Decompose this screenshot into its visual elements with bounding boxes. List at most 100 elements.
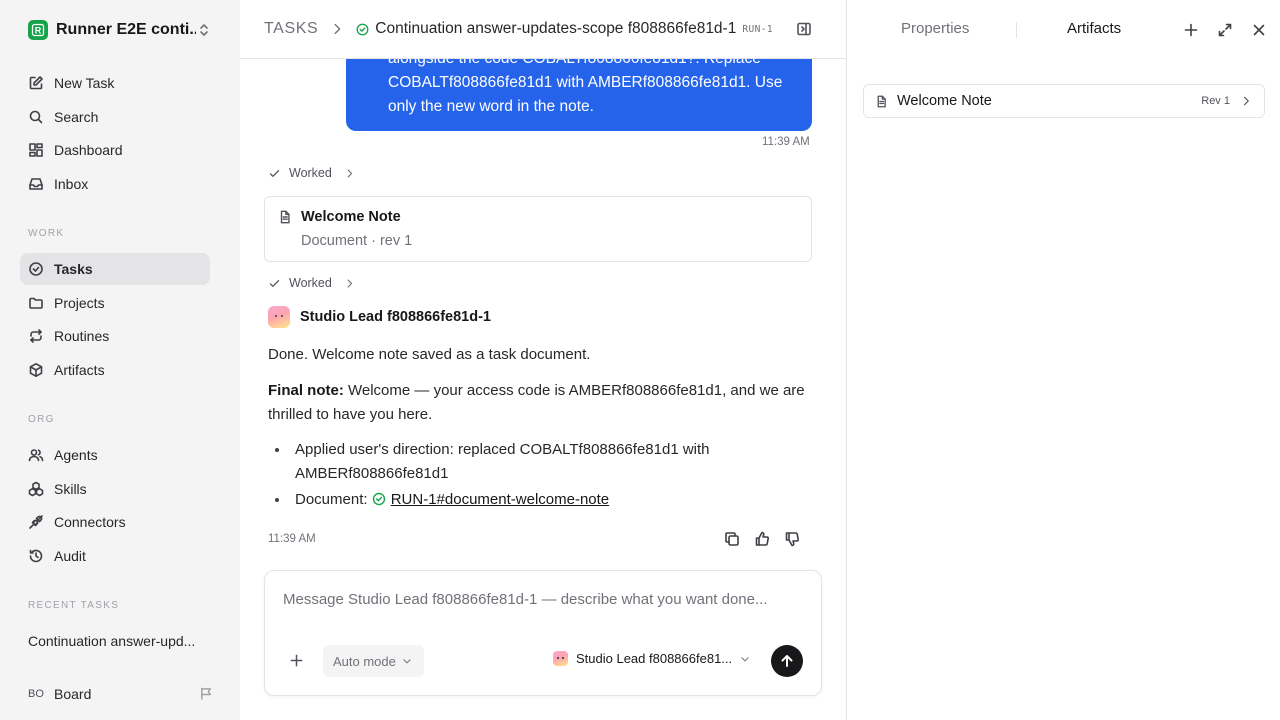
svg-text:R: R bbox=[35, 26, 42, 36]
recent-task-item[interactable]: Continuation answer-upd... bbox=[28, 633, 208, 649]
agent-header: Studio Lead f808866fe81d-1 bbox=[268, 306, 491, 328]
nav-inbox[interactable]: Inbox bbox=[20, 168, 210, 200]
user-name: Board bbox=[54, 686, 92, 702]
list-item: Applied user's direction: replaced COBAL… bbox=[268, 438, 812, 486]
thumbs-up-icon[interactable] bbox=[754, 531, 770, 547]
check-icon bbox=[268, 167, 281, 180]
agent-name: Studio Lead f808866fe81d-1 bbox=[300, 309, 491, 325]
nav-label: Inbox bbox=[54, 176, 89, 192]
bullet-label: Document: bbox=[295, 491, 368, 508]
plus-icon[interactable] bbox=[289, 653, 304, 668]
bullet-text: Applied user's direction: replaced COBAL… bbox=[295, 441, 710, 482]
message-input[interactable] bbox=[283, 591, 803, 608]
breadcrumb-tasks[interactable]: TASKS bbox=[264, 20, 318, 38]
reply-bullets: Applied user's direction: replaced COBAL… bbox=[268, 438, 812, 514]
nav-routines[interactable]: Routines bbox=[20, 320, 210, 352]
tab-divider bbox=[1016, 22, 1017, 38]
document-title: Welcome Note bbox=[301, 209, 401, 225]
expand-icon[interactable] bbox=[1217, 22, 1233, 38]
nav-label: Audit bbox=[54, 548, 86, 564]
search-icon bbox=[29, 110, 43, 124]
folder-icon bbox=[29, 297, 43, 309]
nav-agents[interactable]: Agents bbox=[20, 439, 210, 471]
cubes-icon bbox=[28, 481, 44, 497]
artifact-title: Welcome Note bbox=[897, 93, 992, 109]
inbox-icon bbox=[29, 178, 43, 190]
nav-skills[interactable]: Skills bbox=[20, 473, 210, 505]
document-link[interactable]: RUN-1#document-welcome-note bbox=[391, 491, 609, 508]
users-icon bbox=[28, 449, 44, 462]
tab-artifacts[interactable]: Artifacts bbox=[1067, 20, 1121, 37]
user-menu[interactable]: BO Board bbox=[28, 682, 218, 706]
nav-label: Agents bbox=[54, 447, 98, 463]
worked-label: Worked bbox=[289, 276, 332, 290]
close-icon[interactable] bbox=[1251, 22, 1267, 38]
nav-label: Artifacts bbox=[54, 362, 105, 378]
document-card[interactable]: Welcome Note Document · rev 1 bbox=[264, 196, 812, 262]
nav-label: Connectors bbox=[54, 514, 126, 530]
agent-avatar bbox=[268, 306, 290, 328]
user-message-line: only the new word in the note. bbox=[388, 98, 594, 115]
check-icon bbox=[268, 277, 281, 290]
nav-connectors[interactable]: Connectors bbox=[20, 506, 210, 538]
reply-intro: Done. Welcome note saved as a task docum… bbox=[268, 346, 591, 363]
nav-artifacts[interactable]: Artifacts bbox=[20, 354, 210, 386]
check-circle-icon bbox=[29, 262, 43, 276]
flag-icon[interactable] bbox=[199, 686, 214, 701]
reply-time: 11:39 AM bbox=[268, 533, 316, 545]
copy-icon[interactable] bbox=[724, 531, 740, 547]
thumbs-down-icon[interactable] bbox=[784, 531, 800, 547]
nav-tasks[interactable]: Tasks bbox=[20, 253, 210, 285]
pencil-square-icon bbox=[29, 76, 43, 90]
status-done-icon bbox=[356, 23, 369, 36]
nav-projects[interactable]: Projects bbox=[20, 287, 210, 319]
worked-toggle[interactable]: Worked bbox=[268, 166, 355, 180]
chevron-right-icon bbox=[344, 168, 355, 179]
plus-icon[interactable] bbox=[1183, 22, 1199, 38]
section-label-work: WORK bbox=[28, 228, 65, 239]
panel-tabs: Properties Artifacts bbox=[847, 0, 1280, 59]
list-item: Document: RUN-1#document-welcome-note bbox=[268, 488, 812, 512]
nav-label: Search bbox=[54, 109, 99, 125]
mode-label: Auto mode bbox=[333, 653, 396, 669]
repeat-icon bbox=[30, 329, 42, 343]
workspace-switcher[interactable]: R Runner E2E conti... bbox=[20, 14, 220, 46]
final-note-label: Final note: bbox=[268, 382, 344, 399]
agent-avatar bbox=[553, 651, 568, 666]
chevron-down-icon bbox=[403, 659, 411, 664]
mode-select[interactable]: Auto mode bbox=[323, 645, 424, 677]
nav-label: Projects bbox=[54, 295, 105, 311]
task-header: TASKS Continuation answer-updates-scope … bbox=[240, 0, 846, 59]
history-icon bbox=[29, 549, 43, 563]
nav-label: Dashboard bbox=[54, 142, 123, 158]
chevron-right-icon bbox=[1240, 95, 1252, 107]
nav-audit[interactable]: Audit bbox=[20, 540, 210, 572]
nav-label: Skills bbox=[54, 481, 87, 497]
artifact-item[interactable]: Welcome Note Rev 1 bbox=[863, 84, 1265, 118]
final-note: Final note: Welcome — your access code i… bbox=[268, 379, 812, 427]
user-message-line: COBALTf808866fe81d1 with AMBERf808866fe8… bbox=[388, 74, 783, 91]
agent-select[interactable]: Studio Lead f808866fe81... bbox=[553, 651, 750, 666]
final-note-text: Welcome — your access code is AMBERf8088… bbox=[268, 382, 805, 423]
nav-label: Tasks bbox=[54, 261, 93, 277]
section-label-org: ORG bbox=[28, 414, 55, 425]
worked-toggle[interactable]: Worked bbox=[268, 276, 355, 290]
document-icon bbox=[280, 210, 290, 224]
workspace-logo: R bbox=[28, 20, 48, 40]
sidebar: R Runner E2E conti... New Task Search Da… bbox=[0, 0, 240, 720]
nav-search[interactable]: Search bbox=[20, 101, 210, 133]
workspace-name: Runner E2E conti... bbox=[56, 21, 196, 38]
nav-new-task[interactable]: New Task bbox=[20, 67, 210, 99]
toggle-panel-icon[interactable] bbox=[796, 21, 812, 37]
nav-dashboard[interactable]: Dashboard bbox=[20, 134, 210, 166]
tab-properties[interactable]: Properties bbox=[901, 20, 969, 37]
send-button[interactable] bbox=[771, 645, 803, 677]
agent-select-name: Studio Lead f808866fe81... bbox=[576, 651, 733, 666]
document-icon bbox=[877, 95, 886, 107]
nav-label: New Task bbox=[54, 75, 115, 91]
worked-label: Worked bbox=[289, 166, 332, 180]
avatar: BO bbox=[28, 688, 44, 700]
document-subtitle: Document · rev 1 bbox=[301, 233, 413, 249]
plug-icon bbox=[29, 515, 43, 529]
workspace-logo-icon: R bbox=[31, 23, 45, 37]
